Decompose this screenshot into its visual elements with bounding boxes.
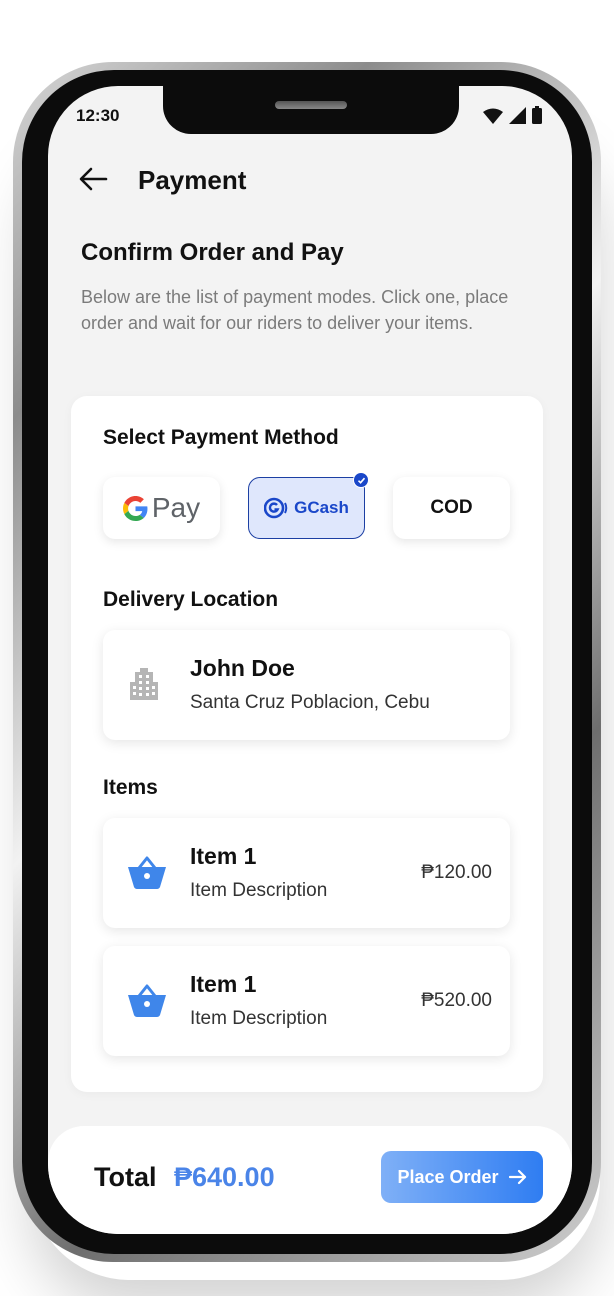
payment-method-label: Select Payment Method <box>103 426 339 449</box>
delivery-address: Santa Cruz Poblacion, Cebu <box>190 692 430 713</box>
list-item[interactable]: Item 1 Item Description ₱520.00 <box>103 946 510 1056</box>
google-pay-button[interactable]: Pay <box>103 477 220 539</box>
confirm-heading: Confirm Order and Pay <box>81 239 344 266</box>
building-icon <box>130 668 158 700</box>
place-order-label: Place Order <box>397 1166 499 1187</box>
checkout-bar: Total ₱640.00 Place Order <box>48 1126 572 1234</box>
google-pay-label: Pay <box>151 492 201 523</box>
cod-button[interactable]: COD <box>393 477 510 539</box>
signal-icon <box>509 107 526 124</box>
confirm-description: Below are the list of payment modes. Cli… <box>81 287 509 333</box>
delivery-location-label: Delivery Location <box>103 588 279 611</box>
place-order-button[interactable]: Place Order <box>381 1151 543 1203</box>
battery-icon <box>532 106 542 124</box>
gcash-icon <box>264 497 288 519</box>
list-item[interactable]: Item 1 Item Description ₱120.00 <box>103 818 510 928</box>
item-description: Item Description <box>190 1008 328 1029</box>
items-label: Items <box>103 776 158 799</box>
order-card: Select Payment Method Pay GCash COD Deli… <box>71 396 543 1092</box>
total-label: Total <box>94 1162 157 1192</box>
speaker-grille <box>275 101 347 109</box>
selected-check-icon <box>353 472 369 488</box>
status-time: 12:30 <box>76 106 120 125</box>
item-description: Item Description <box>190 880 328 901</box>
item-name: Item 1 <box>190 971 257 997</box>
total-value: ₱640.00 <box>174 1162 275 1192</box>
notch <box>163 86 459 134</box>
delivery-address-card[interactable]: John Doe Santa Cruz Poblacion, Cebu <box>103 630 510 740</box>
basket-icon <box>128 984 166 1017</box>
phone-screen: 12:30 Payment Confirm Order and Pay Belo… <box>48 86 572 1234</box>
cod-label: COD <box>430 497 473 518</box>
item-price: ₱520.00 <box>421 990 492 1011</box>
wifi-icon <box>483 108 503 124</box>
item-price: ₱120.00 <box>421 862 492 883</box>
status-icons <box>483 106 542 124</box>
page-title: Payment <box>138 165 247 195</box>
recipient-name: John Doe <box>190 655 295 681</box>
gcash-label: GCash <box>294 498 349 517</box>
item-name: Item 1 <box>190 843 257 869</box>
back-arrow-icon[interactable] <box>78 166 108 192</box>
gcash-button[interactable]: GCash <box>248 472 369 539</box>
arrow-right-icon <box>508 1169 526 1185</box>
basket-icon <box>128 856 166 889</box>
google-g-icon <box>122 495 148 521</box>
